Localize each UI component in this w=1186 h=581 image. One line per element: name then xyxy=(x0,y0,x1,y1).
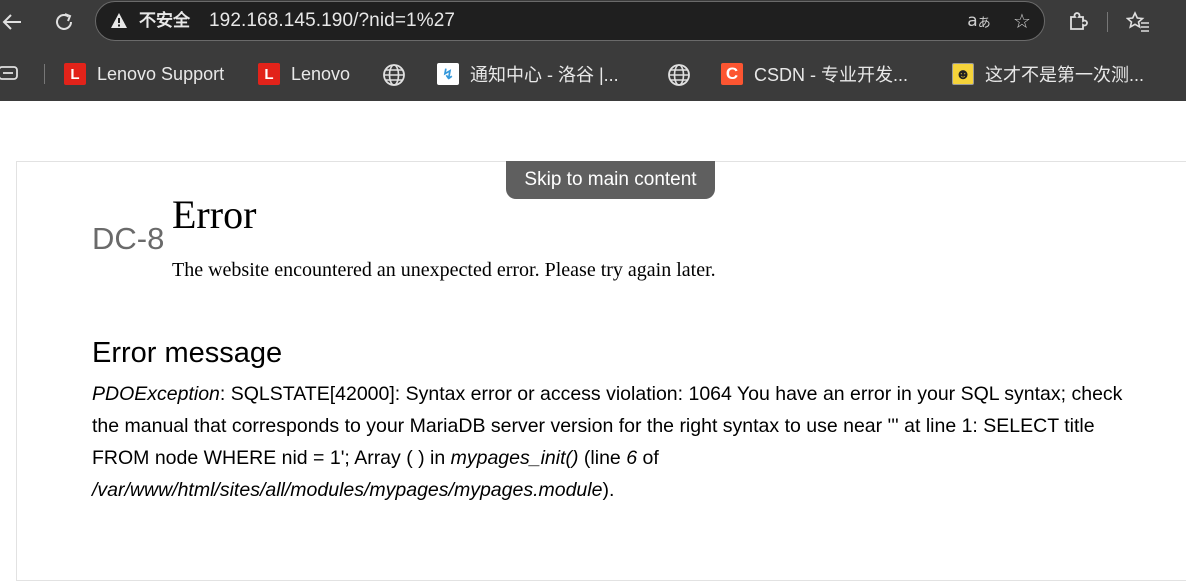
error-text: ). xyxy=(602,479,615,501)
lenovo-icon: L xyxy=(258,63,280,85)
page-title: Error xyxy=(172,192,257,237)
reload-icon[interactable] xyxy=(44,0,84,44)
bookmark-label: Lenovo xyxy=(291,63,351,84)
error-text: of xyxy=(637,447,659,469)
error-description: The website encountered an unexpected er… xyxy=(172,259,716,281)
puzzle-icon[interactable] xyxy=(1057,0,1097,44)
security-status-label[interactable]: 不安全 xyxy=(139,11,190,31)
error-text: (line xyxy=(578,447,627,469)
function-name: mypages_init() xyxy=(450,447,579,469)
file-path: /var/www/html/sites/all/modules/mypages/… xyxy=(92,479,603,501)
bookmark-test[interactable]: ☻ 这才不是第一次测... xyxy=(952,63,1144,85)
line-number: 6 xyxy=(626,447,638,469)
bookmark-luogu[interactable]: ↯ 通知中心 - 洛谷 |... xyxy=(437,63,619,85)
address-bar[interactable]: 不安全 192.168.145.190/?nid=1%27 aあ ☆ xyxy=(95,1,1045,41)
exception-name: PDOException xyxy=(92,383,220,405)
favorites-list-icon[interactable] xyxy=(1118,0,1158,44)
bookmarks-bar: L Lenovo Support L Lenovo ↯ 通知中心 - 洛谷 |.… xyxy=(0,44,1186,101)
bookmarks-separator xyxy=(44,64,45,84)
back-arrow-icon[interactable] xyxy=(0,0,32,44)
read-aloud-icon[interactable]: aあ xyxy=(962,2,996,40)
lenovo-icon: L xyxy=(64,63,86,85)
site-name-link[interactable]: DC-8 xyxy=(92,222,164,256)
browser-toolbar: 不安全 192.168.145.190/?nid=1%27 aあ ☆ xyxy=(0,0,1186,44)
toolbar-separator xyxy=(1107,12,1108,32)
bookmark-label: 这才不是第一次测... xyxy=(985,65,1145,85)
star-icon[interactable]: ☆ xyxy=(1005,2,1039,40)
bookmark-label: Lenovo Support xyxy=(97,63,225,84)
bookmark-label: 通知中心 - 洛谷 |... xyxy=(470,65,619,85)
skip-to-main-link[interactable]: Skip to main content xyxy=(506,161,715,199)
smiley-icon: ☻ xyxy=(952,63,974,85)
url-text[interactable]: 192.168.145.190/?nid=1%27 xyxy=(209,11,455,31)
tab-actions-icon[interactable] xyxy=(0,51,28,95)
luogu-icon: ↯ xyxy=(437,63,459,85)
bookmark-csdn[interactable]: C CSDN - 专业开发... xyxy=(721,63,908,85)
bookmark-lenovo-support[interactable]: L Lenovo Support xyxy=(64,63,224,85)
bookmark-label: CSDN - 专业开发... xyxy=(754,65,909,85)
globe-icon[interactable] xyxy=(382,63,406,87)
bookmark-lenovo[interactable]: L Lenovo xyxy=(258,63,350,85)
error-message-body: PDOException: SQLSTATE[42000]: Syntax er… xyxy=(92,378,1132,506)
warning-triangle-icon[interactable] xyxy=(110,12,128,30)
error-message-heading: Error message xyxy=(92,337,283,369)
csdn-icon: C xyxy=(721,63,743,85)
globe-icon[interactable] xyxy=(667,63,691,87)
